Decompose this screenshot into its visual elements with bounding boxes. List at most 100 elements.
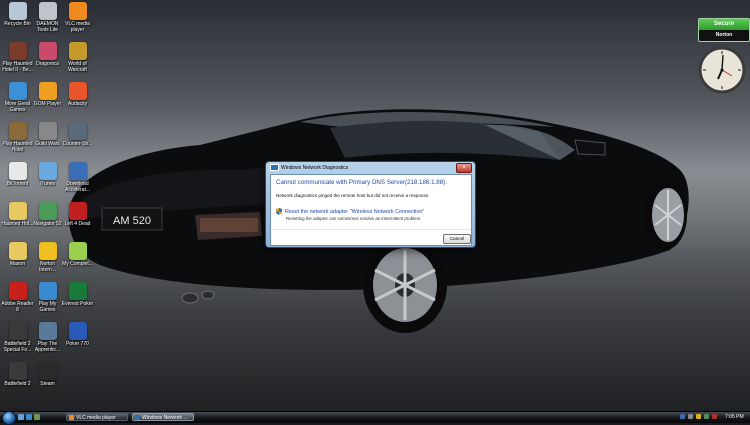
bittorrent-icon — [8, 162, 27, 180]
clock-gadget[interactable] — [698, 46, 746, 94]
steam-icon — [38, 362, 57, 380]
desktop-shortcut-label: Everest Poker — [61, 301, 94, 307]
desktop-shortcut[interactable]: Dragonica — [31, 42, 64, 67]
desktop-shortcut[interactable]: My Complet... — [61, 242, 94, 267]
desktop-shortcut[interactable]: Battlefield 2 — [1, 362, 34, 387]
desktop-shortcut[interactable]: Play My Games — [31, 282, 64, 313]
taskbar-app-icon — [69, 415, 74, 420]
desktop-shortcut-label: Play Haunted Hotel II - Be... — [2, 61, 33, 73]
everest-poker-icon — [68, 282, 87, 300]
switch-windows-icon[interactable] — [34, 414, 40, 420]
dialog-title: Windows Network Diagnostics — [281, 165, 349, 171]
mason-folder-icon — [8, 242, 27, 260]
more-games-icon — [8, 82, 27, 100]
battlefield-2-icon — [8, 362, 27, 380]
taskbar: VLC media player Windows Network ... 7:05… — [0, 411, 750, 425]
haunted-hotel-2-icon — [8, 42, 27, 60]
my-complete-folder-icon — [68, 242, 87, 260]
desktop-shortcut[interactable]: Play Haunted Hotel II - Be... — [1, 42, 34, 73]
desktop-shortcut[interactable]: Download Accelerat... — [61, 162, 94, 193]
desktop-shortcut-label: Norton Intern... — [39, 261, 56, 273]
desktop-shortcut[interactable]: Adobe Reader 8 — [1, 282, 34, 313]
desktop-shortcut[interactable]: Recycle Bin — [1, 2, 34, 27]
desktop-shortcut-label: Guild Wars — [35, 141, 60, 147]
desktop-shortcut[interactable]: Play Haunted Hotel — [1, 122, 34, 153]
desktop-shortcut-label: More Great Games — [4, 101, 31, 113]
desktop-shortcut[interactable]: VLC media player — [61, 2, 94, 33]
desktop-shortcut-label: Mason — [9, 261, 25, 267]
haunted-hotel-folder-icon — [8, 202, 27, 220]
reset-adapter-label: Reset the network adapter "Wireless Netw… — [285, 208, 425, 215]
recycle-bin-icon — [8, 2, 27, 20]
counter-strike-icon — [68, 122, 87, 140]
internet-explorer-icon[interactable] — [26, 414, 32, 420]
reset-adapter-option[interactable]: Reset the network adapter "Wireless Netw… — [276, 208, 424, 215]
volume-tray-icon[interactable] — [688, 414, 693, 419]
desktop-shortcut[interactable]: GOM Player — [31, 82, 64, 107]
shield-icon — [276, 208, 282, 215]
play-my-games-icon — [38, 282, 57, 300]
taskbar-button[interactable]: VLC media player — [66, 413, 128, 421]
network-tray-icon[interactable] — [680, 414, 685, 419]
desktop-shortcut[interactable]: Navigator 52 — [31, 202, 64, 227]
desktop-shortcut-label: Play The Apprentic... — [34, 341, 61, 353]
norton-internet-icon — [38, 242, 57, 260]
desktop-shortcut[interactable]: Battlefield 2 Special Fo... — [1, 322, 34, 353]
desktop-shortcut[interactable]: Mason — [1, 242, 34, 267]
network-diagnostics-dialog: Windows Network Diagnostics × Cannot com… — [265, 161, 476, 248]
update-tray-icon[interactable] — [704, 414, 709, 419]
dragonica-icon — [38, 42, 57, 60]
antivirus-tray-icon[interactable] — [712, 414, 717, 419]
desktop-shortcut[interactable]: Play The Apprentic... — [31, 322, 64, 353]
taskbar-button-label: VLC media player — [76, 415, 116, 421]
license-plate: AM 520 — [113, 215, 151, 227]
dialog-title-bar: Windows Network Diagnostics — [270, 164, 348, 173]
cancel-button[interactable]: Cancel — [443, 234, 471, 244]
desktop-shortcut[interactable]: Left 4 Dead — [61, 202, 94, 227]
audacity-icon — [68, 82, 87, 100]
reset-adapter-description: Resetting the adapter can sometimes reso… — [286, 216, 422, 221]
start-button[interactable] — [2, 411, 16, 425]
apprentice-icon — [38, 322, 57, 340]
desktop: AM 520 Recycle Bin DAEMON Tools Lite VLC m… — [0, 0, 750, 411]
desktop-shortcut-label: Recycle Bin — [4, 21, 31, 27]
battlefield-2-sf-icon — [8, 322, 27, 340]
desktop-shortcut[interactable]: Norton Intern... — [31, 242, 64, 273]
show-desktop-icon[interactable] — [18, 414, 24, 420]
guild-wars-icon — [38, 122, 57, 140]
desktop-shortcut[interactable]: iTunes — [31, 162, 64, 187]
norton-gadget[interactable]: Secure Norton — [698, 18, 750, 42]
desktop-shortcut[interactable]: Haunted Hot... — [1, 202, 34, 227]
desktop-shortcut-label: Poker 770 — [66, 341, 89, 347]
desktop-shortcut[interactable]: Everest Poker — [61, 282, 94, 307]
desktop-shortcut[interactable]: DAEMON Tools Lite — [31, 2, 64, 33]
desktop-shortcut[interactable]: BitTorrent — [1, 162, 34, 187]
desktop-shortcut-label: GOM Player — [33, 101, 62, 107]
norton-brand: Norton — [699, 30, 749, 41]
dialog-body: Cannot communicate with Primary DNS Serv… — [270, 174, 472, 246]
desktop-shortcut-label: DAEMON Tools Lite — [36, 21, 59, 33]
itunes-icon — [38, 162, 57, 180]
desktop-shortcut[interactable]: Poker 770 — [61, 322, 94, 347]
desktop-shortcut[interactable]: Steam — [31, 362, 64, 387]
desktop-shortcut-label: Play My Games — [38, 301, 57, 313]
vlc-icon — [68, 2, 87, 20]
close-button[interactable]: × — [456, 163, 472, 173]
desktop-shortcut-label: iTunes — [40, 181, 55, 187]
taskbar-button[interactable]: Windows Network ... — [132, 413, 194, 421]
haunted-hotel-icon — [8, 122, 27, 140]
desktop-shortcut-label: Dragonica — [36, 61, 59, 67]
desktop-shortcut[interactable]: World of Warcraft — [61, 42, 94, 73]
left-4-dead-icon — [68, 202, 87, 220]
norton-tray-icon[interactable] — [696, 414, 701, 419]
desktop-shortcut[interactable]: Counter-Str... — [61, 122, 94, 147]
desktop-shortcut[interactable]: More Great Games — [1, 82, 34, 113]
taskbar-button-label: Windows Network ... — [142, 415, 188, 421]
desktop-shortcut[interactable]: Guild Wars — [31, 122, 64, 147]
desktop-shortcut-label: Battlefield 2 Special Fo... — [3, 341, 32, 353]
taskbar-app-icon — [135, 415, 140, 420]
desktop-shortcut[interactable]: Audacity — [61, 82, 94, 107]
taskbar-clock[interactable]: 7:05 PM — [725, 412, 744, 422]
network-diagnostics-icon — [270, 164, 279, 172]
norton-status: Secure — [699, 19, 749, 30]
